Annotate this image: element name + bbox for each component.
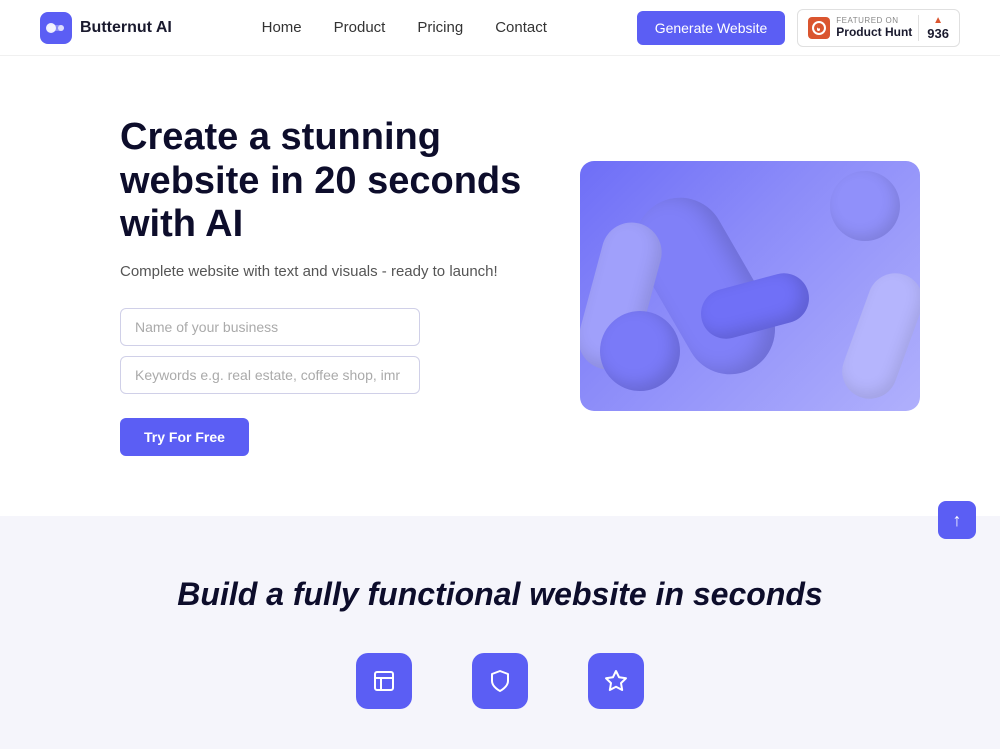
scroll-to-top-button[interactable]: ↑ bbox=[938, 501, 976, 539]
shield-icon bbox=[488, 669, 512, 693]
product-hunt-score-value: 936 bbox=[927, 26, 949, 41]
hero-image-canvas bbox=[580, 161, 920, 411]
nav-home[interactable]: Home bbox=[262, 19, 302, 36]
features-title-pre: Build a bbox=[177, 576, 284, 612]
feature-card-1 bbox=[356, 653, 412, 709]
generate-website-button[interactable]: Generate Website bbox=[637, 11, 786, 45]
product-hunt-logo-icon bbox=[808, 17, 830, 39]
product-hunt-arrow-icon: ▲ bbox=[933, 15, 943, 26]
layout-icon bbox=[372, 669, 396, 693]
logo[interactable]: Butternut AI bbox=[40, 12, 172, 44]
hero-form bbox=[120, 308, 540, 394]
shape-5 bbox=[834, 266, 920, 407]
try-for-free-button[interactable]: Try For Free bbox=[120, 418, 249, 456]
nav-links: Home Product Pricing Contact bbox=[262, 19, 547, 36]
business-name-input[interactable] bbox=[120, 308, 420, 346]
hero-illustration bbox=[580, 161, 920, 411]
feature-card-1-icon-box bbox=[356, 653, 412, 709]
nav-product[interactable]: Product bbox=[334, 19, 386, 36]
navbar-actions: Generate Website FEATURED ON Product Hun… bbox=[637, 9, 960, 47]
features-section: Build a fully functional website in seco… bbox=[0, 516, 1000, 749]
nav-pricing[interactable]: Pricing bbox=[417, 19, 463, 36]
shape-6 bbox=[600, 311, 680, 391]
features-title-highlight: fully functional bbox=[293, 576, 529, 612]
features-title-post: website in seconds bbox=[529, 576, 822, 612]
product-hunt-name: Product Hunt bbox=[836, 25, 912, 39]
star-icon bbox=[604, 669, 628, 693]
product-hunt-text: FEATURED ON Product Hunt bbox=[836, 16, 912, 39]
product-hunt-featured-label: FEATURED ON bbox=[836, 16, 912, 25]
product-hunt-badge[interactable]: FEATURED ON Product Hunt ▲ 936 bbox=[797, 9, 960, 47]
logo-icon bbox=[40, 12, 72, 44]
hero-content: Create a stunning website in 20 seconds … bbox=[120, 116, 540, 456]
hero-section: Create a stunning website in 20 seconds … bbox=[0, 56, 1000, 516]
keywords-input[interactable] bbox=[120, 356, 420, 394]
feature-cards-row bbox=[40, 653, 960, 709]
nav-contact[interactable]: Contact bbox=[495, 19, 547, 36]
navbar: Butternut AI Home Product Pricing Contac… bbox=[0, 0, 1000, 56]
features-title: Build a fully functional website in seco… bbox=[40, 576, 960, 613]
feature-card-2-icon-box bbox=[472, 653, 528, 709]
shape-4 bbox=[830, 171, 900, 241]
feature-card-2 bbox=[472, 653, 528, 709]
logo-text: Butternut AI bbox=[80, 19, 172, 37]
hero-title: Create a stunning website in 20 seconds … bbox=[120, 116, 540, 247]
chevron-up-icon: ↑ bbox=[953, 510, 962, 531]
hero-subtitle: Complete website with text and visuals -… bbox=[120, 263, 540, 280]
feature-card-3 bbox=[588, 653, 644, 709]
product-hunt-score: ▲ 936 bbox=[918, 15, 949, 41]
feature-card-3-icon-box bbox=[588, 653, 644, 709]
